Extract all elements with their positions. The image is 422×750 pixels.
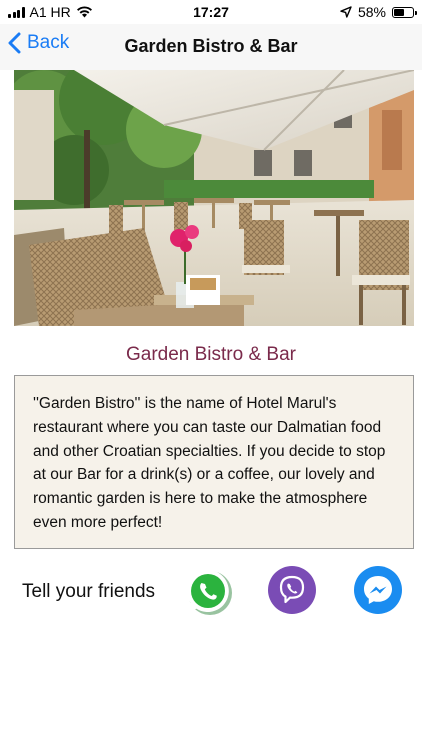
garden-photo	[14, 70, 414, 326]
section-title: Garden Bistro & Bar	[125, 344, 297, 365]
battery-percent: 58%	[357, 4, 386, 20]
back-label: Back	[27, 32, 70, 53]
status-right: 58%	[340, 4, 417, 20]
chevron-left-icon	[8, 32, 21, 54]
location-arrow-icon	[340, 6, 352, 18]
description-box: ''Garden Bistro'' is the name of Hotel M…	[14, 375, 414, 549]
whatsapp-icon	[186, 569, 232, 615]
status-bar: A1 HR 17:27 58%	[0, 0, 422, 24]
whatsapp-share-button[interactable]	[184, 567, 232, 615]
back-button[interactable]: Back	[8, 32, 69, 54]
viber-icon	[279, 575, 305, 604]
navigation-bar: Back Garden Bistro & Bar	[0, 24, 422, 70]
share-label: Tell your friends	[22, 581, 156, 602]
messenger-icon	[364, 576, 392, 604]
battery-icon	[392, 6, 417, 18]
viber-share-button[interactable]	[268, 566, 316, 614]
messenger-share-button[interactable]	[354, 566, 402, 614]
battery-level	[394, 8, 405, 16]
description-text: ''Garden Bistro'' is the name of Hotel M…	[33, 395, 386, 531]
